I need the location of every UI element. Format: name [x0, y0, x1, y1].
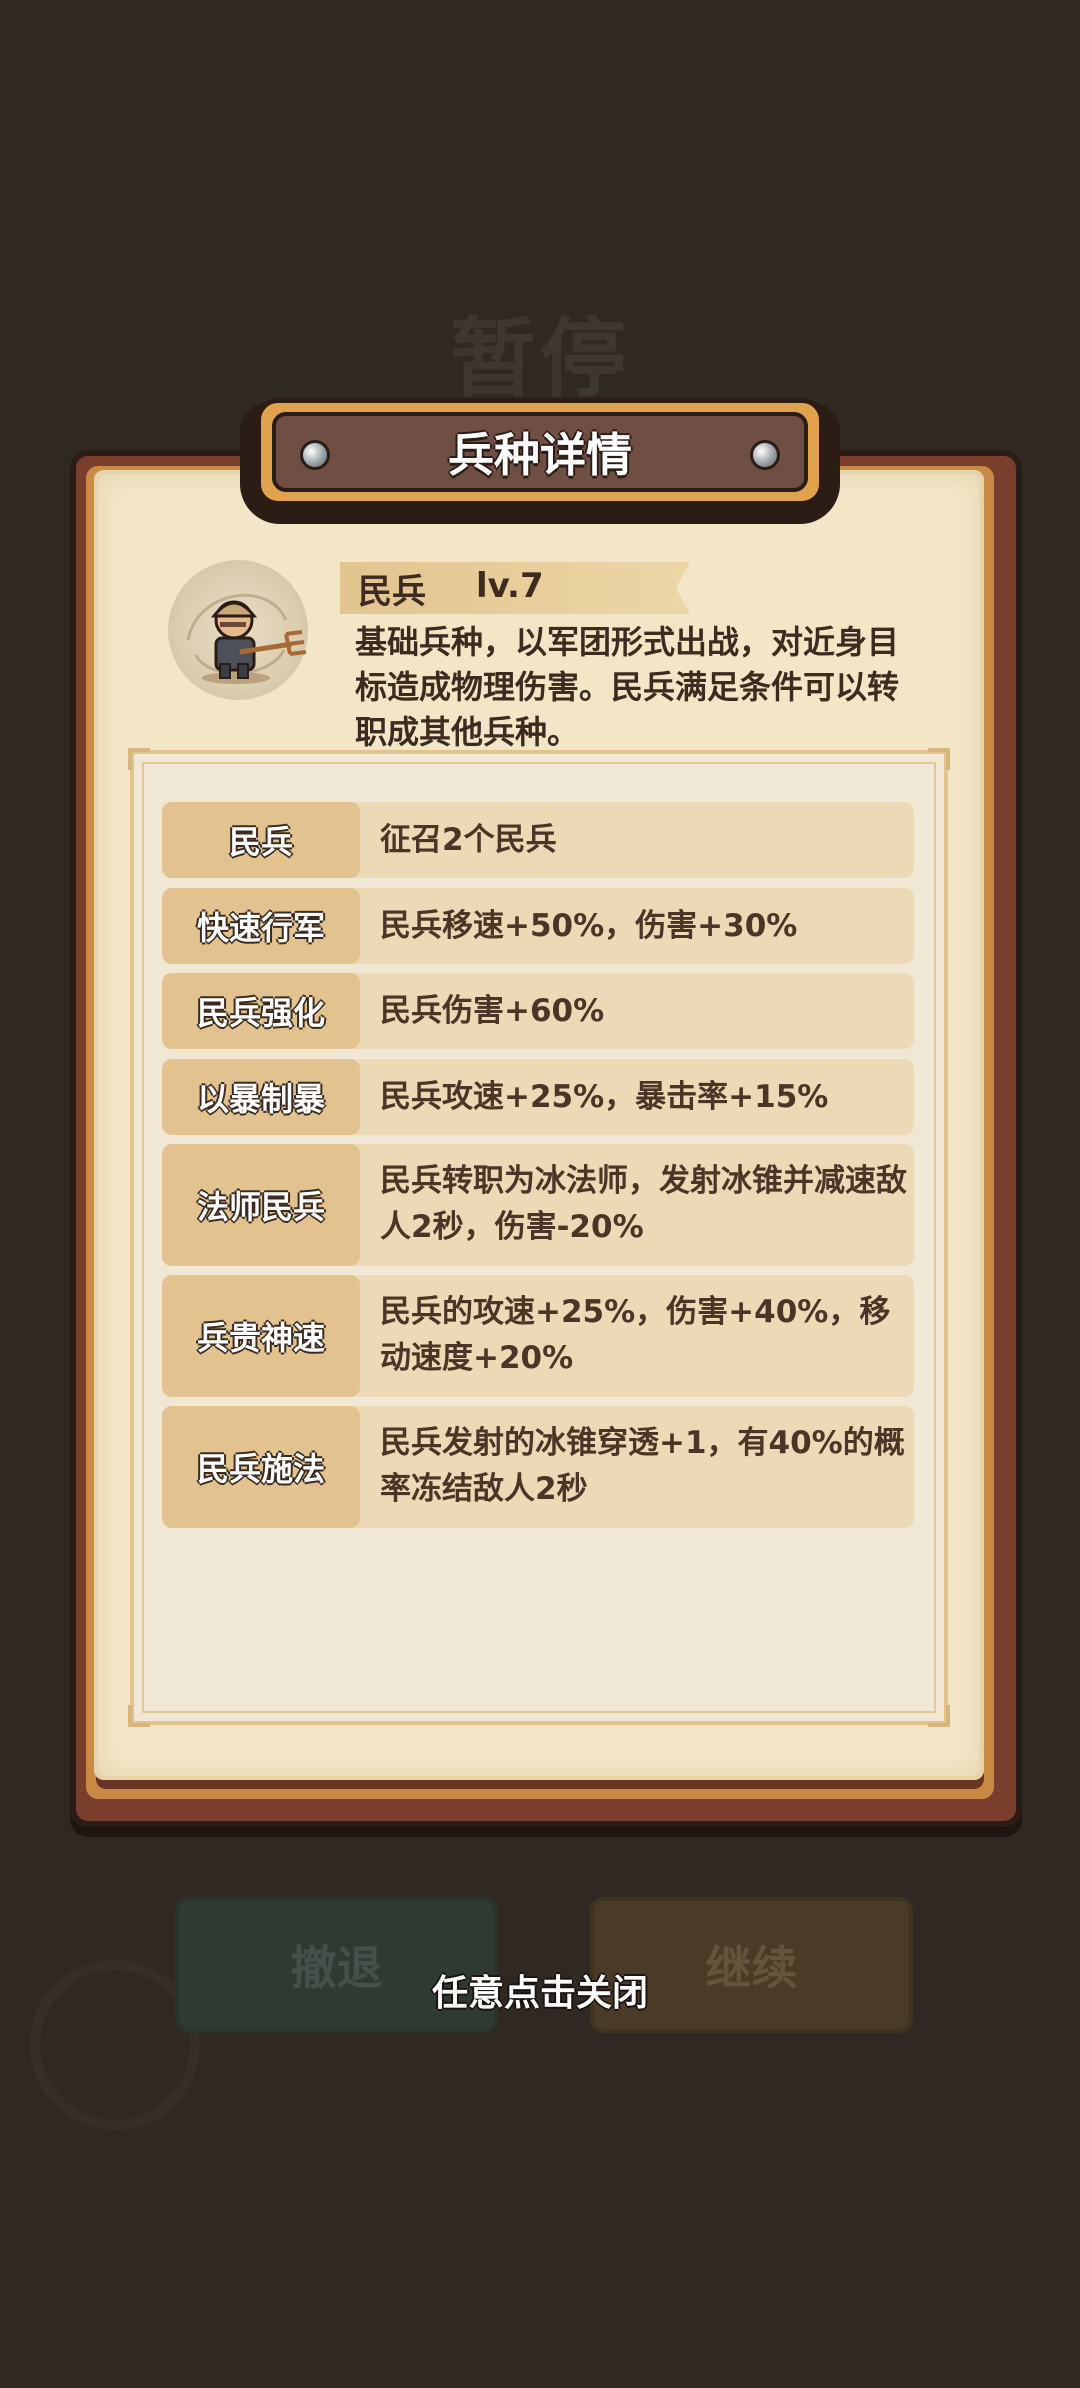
- talent-description: 民兵攻速+25%，暴击率+15%: [380, 1079, 829, 1115]
- corner-ornament: [928, 1705, 950, 1727]
- talent-row: 法师民兵 民兵转职为冰法师，发射冰锥并减速敌人2秒，伤害-20%: [162, 1144, 914, 1266]
- talent-row: 民兵 征召2个民兵: [162, 802, 914, 878]
- rivet-icon: [750, 440, 780, 470]
- talent-description: 征召2个民兵: [380, 822, 557, 858]
- talent-description: 民兵移速+50%，伤害+30%: [380, 908, 798, 944]
- unit-name: 民兵: [358, 572, 426, 612]
- talent-name-tag: 兵贵神速: [162, 1275, 360, 1397]
- talent-name-tag: 民兵施法: [162, 1406, 360, 1528]
- unit-description: 基础兵种，以军团形式出战，对近身目标造成物理伤害。民兵满足条件可以转职成其他兵种…: [355, 623, 900, 751]
- talent-name: 民兵施法: [196, 1450, 325, 1488]
- talent-row: 快速行军 民兵移速+50%，伤害+30%: [162, 888, 914, 964]
- talent-name: 快速行军: [196, 909, 325, 947]
- talent-description: 民兵转职为冰法师，发射冰锥并减速敌人2秒，伤害-20%: [380, 1163, 907, 1245]
- corner-ornament: [128, 1705, 150, 1727]
- talent-name-tag: 快速行军: [162, 888, 360, 964]
- corner-ornament: [928, 748, 950, 770]
- talent-description: 民兵发射的冰锥穿透+1，有40%的概率冻结敌人2秒: [380, 1425, 905, 1507]
- unit-avatar: [168, 560, 308, 700]
- tap-to-close-hint[interactable]: 任意点击关闭: [0, 1964, 1080, 2016]
- panel-title: 兵种详情: [448, 428, 632, 482]
- talent-name-tag: 以暴制暴: [162, 1059, 360, 1135]
- talent-row: 兵贵神速 民兵的攻速+25%，伤害+40%，移动速度+20%: [162, 1275, 914, 1397]
- talent-name: 以暴制暴: [196, 1080, 325, 1118]
- corner-ornament: [128, 748, 150, 770]
- talent-name: 兵贵神速: [196, 1319, 325, 1357]
- talent-row: 以暴制暴 民兵攻速+25%，暴击率+15%: [162, 1059, 914, 1135]
- paused-title: 暂停: [450, 309, 630, 409]
- talent-row: 民兵强化 民兵伤害+60%: [162, 973, 914, 1049]
- talent-description: 民兵的攻速+25%，伤害+40%，移动速度+20%: [380, 1294, 891, 1376]
- talent-name: 民兵: [228, 823, 293, 861]
- talent-description: 民兵伤害+60%: [380, 993, 605, 1029]
- talent-row: 民兵施法 民兵发射的冰锥穿透+1，有40%的概率冻结敌人2秒: [162, 1406, 914, 1528]
- militia-pitchfork-icon: [186, 593, 307, 684]
- unit-level: lv.7: [476, 566, 544, 606]
- talent-name-tag: 法师民兵: [162, 1144, 360, 1266]
- talent-name: 民兵强化: [196, 994, 325, 1032]
- talent-name: 法师民兵: [196, 1188, 325, 1226]
- talent-name-tag: 民兵强化: [162, 973, 360, 1049]
- rivet-icon: [300, 440, 330, 470]
- talent-name-tag: 民兵: [162, 802, 360, 878]
